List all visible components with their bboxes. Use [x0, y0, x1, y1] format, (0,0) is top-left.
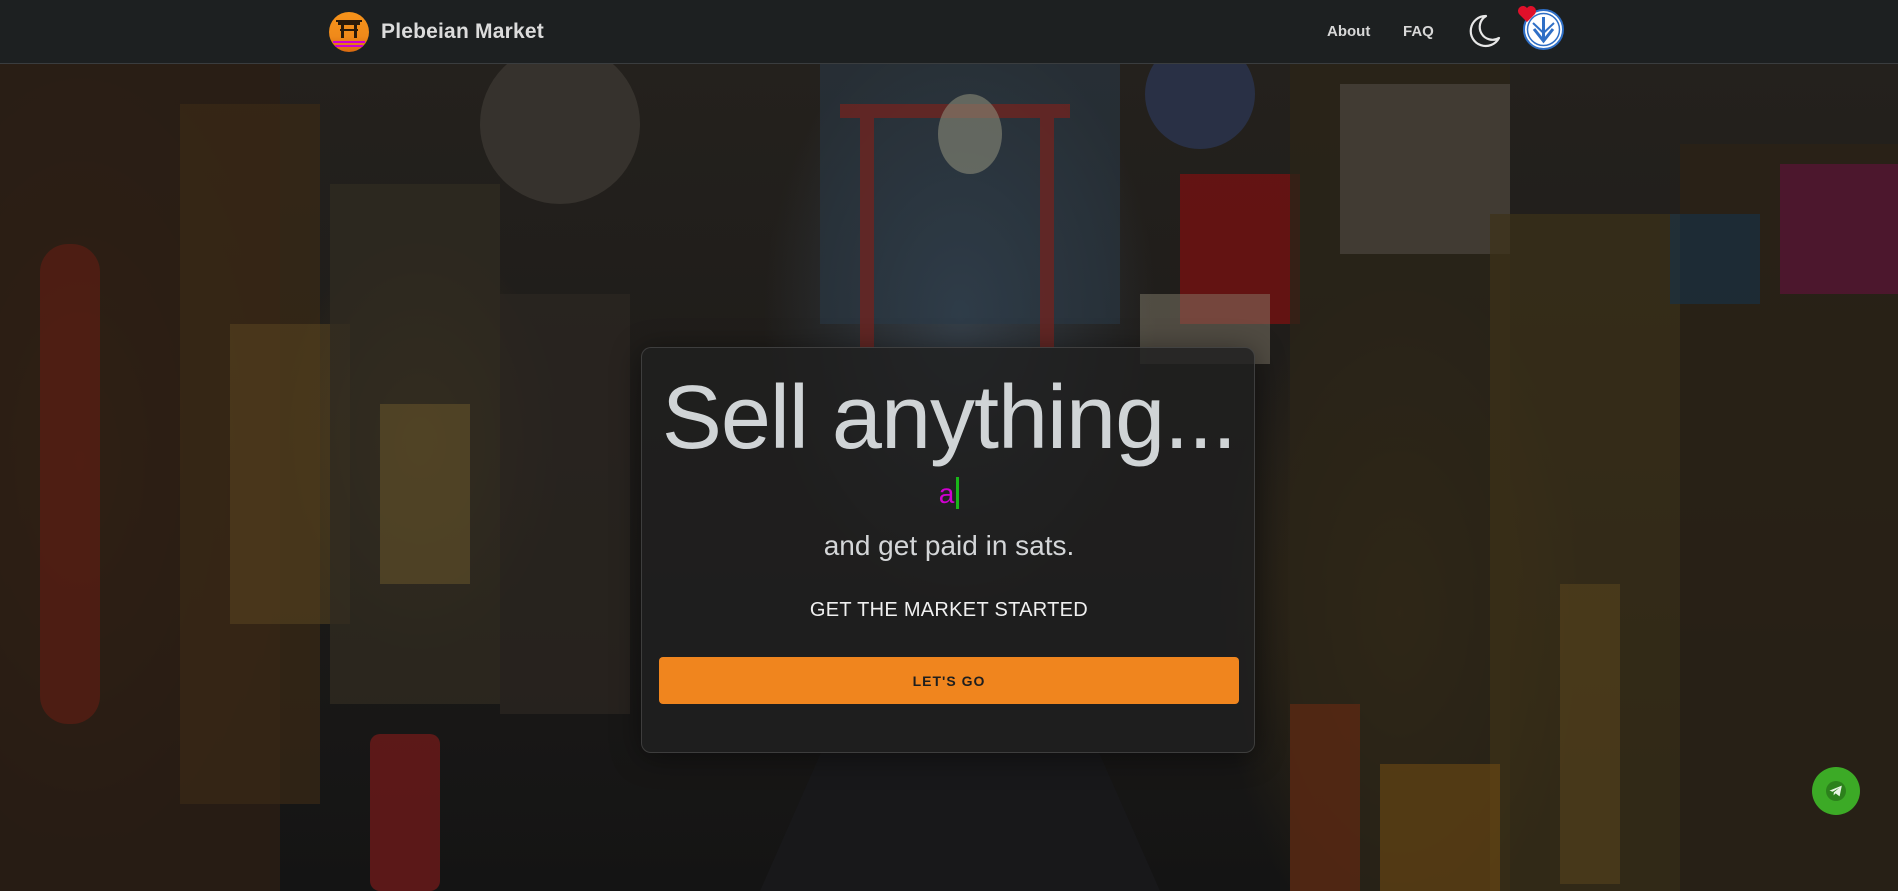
brand-link[interactable]: Plebeian Market: [329, 12, 544, 52]
telegram-icon: [1826, 781, 1846, 801]
top-navbar: Plebeian Market About FAQ: [0, 0, 1898, 64]
hero-card: Sell anything... a and get paid in sats.…: [641, 347, 1255, 753]
theme-toggle-button[interactable]: [1466, 13, 1502, 49]
typing-cursor: [956, 477, 960, 509]
heart-badge-icon: [1518, 6, 1536, 22]
hero-headline: Sell anything...: [661, 368, 1237, 468]
nav-link-about[interactable]: About: [1327, 0, 1370, 62]
typing-animation: a: [642, 476, 1256, 512]
lets-go-button[interactable]: LET'S GO: [659, 657, 1239, 704]
nav-about-label: About: [1327, 22, 1371, 40]
moon-icon: [1469, 14, 1501, 48]
nav-link-faq[interactable]: FAQ: [1403, 0, 1434, 62]
user-avatar-button[interactable]: [1518, 6, 1564, 50]
cta-title: GET THE MARKET STARTED: [809, 599, 1089, 621]
typing-text: a: [938, 478, 955, 509]
hero-subline: and get paid in sats.: [823, 530, 1075, 561]
plebeian-market-logo: [329, 12, 369, 52]
nav-faq-label: FAQ: [1403, 22, 1434, 40]
brand-name: Plebeian Market: [381, 20, 544, 43]
telegram-chat-button[interactable]: [1812, 767, 1860, 815]
